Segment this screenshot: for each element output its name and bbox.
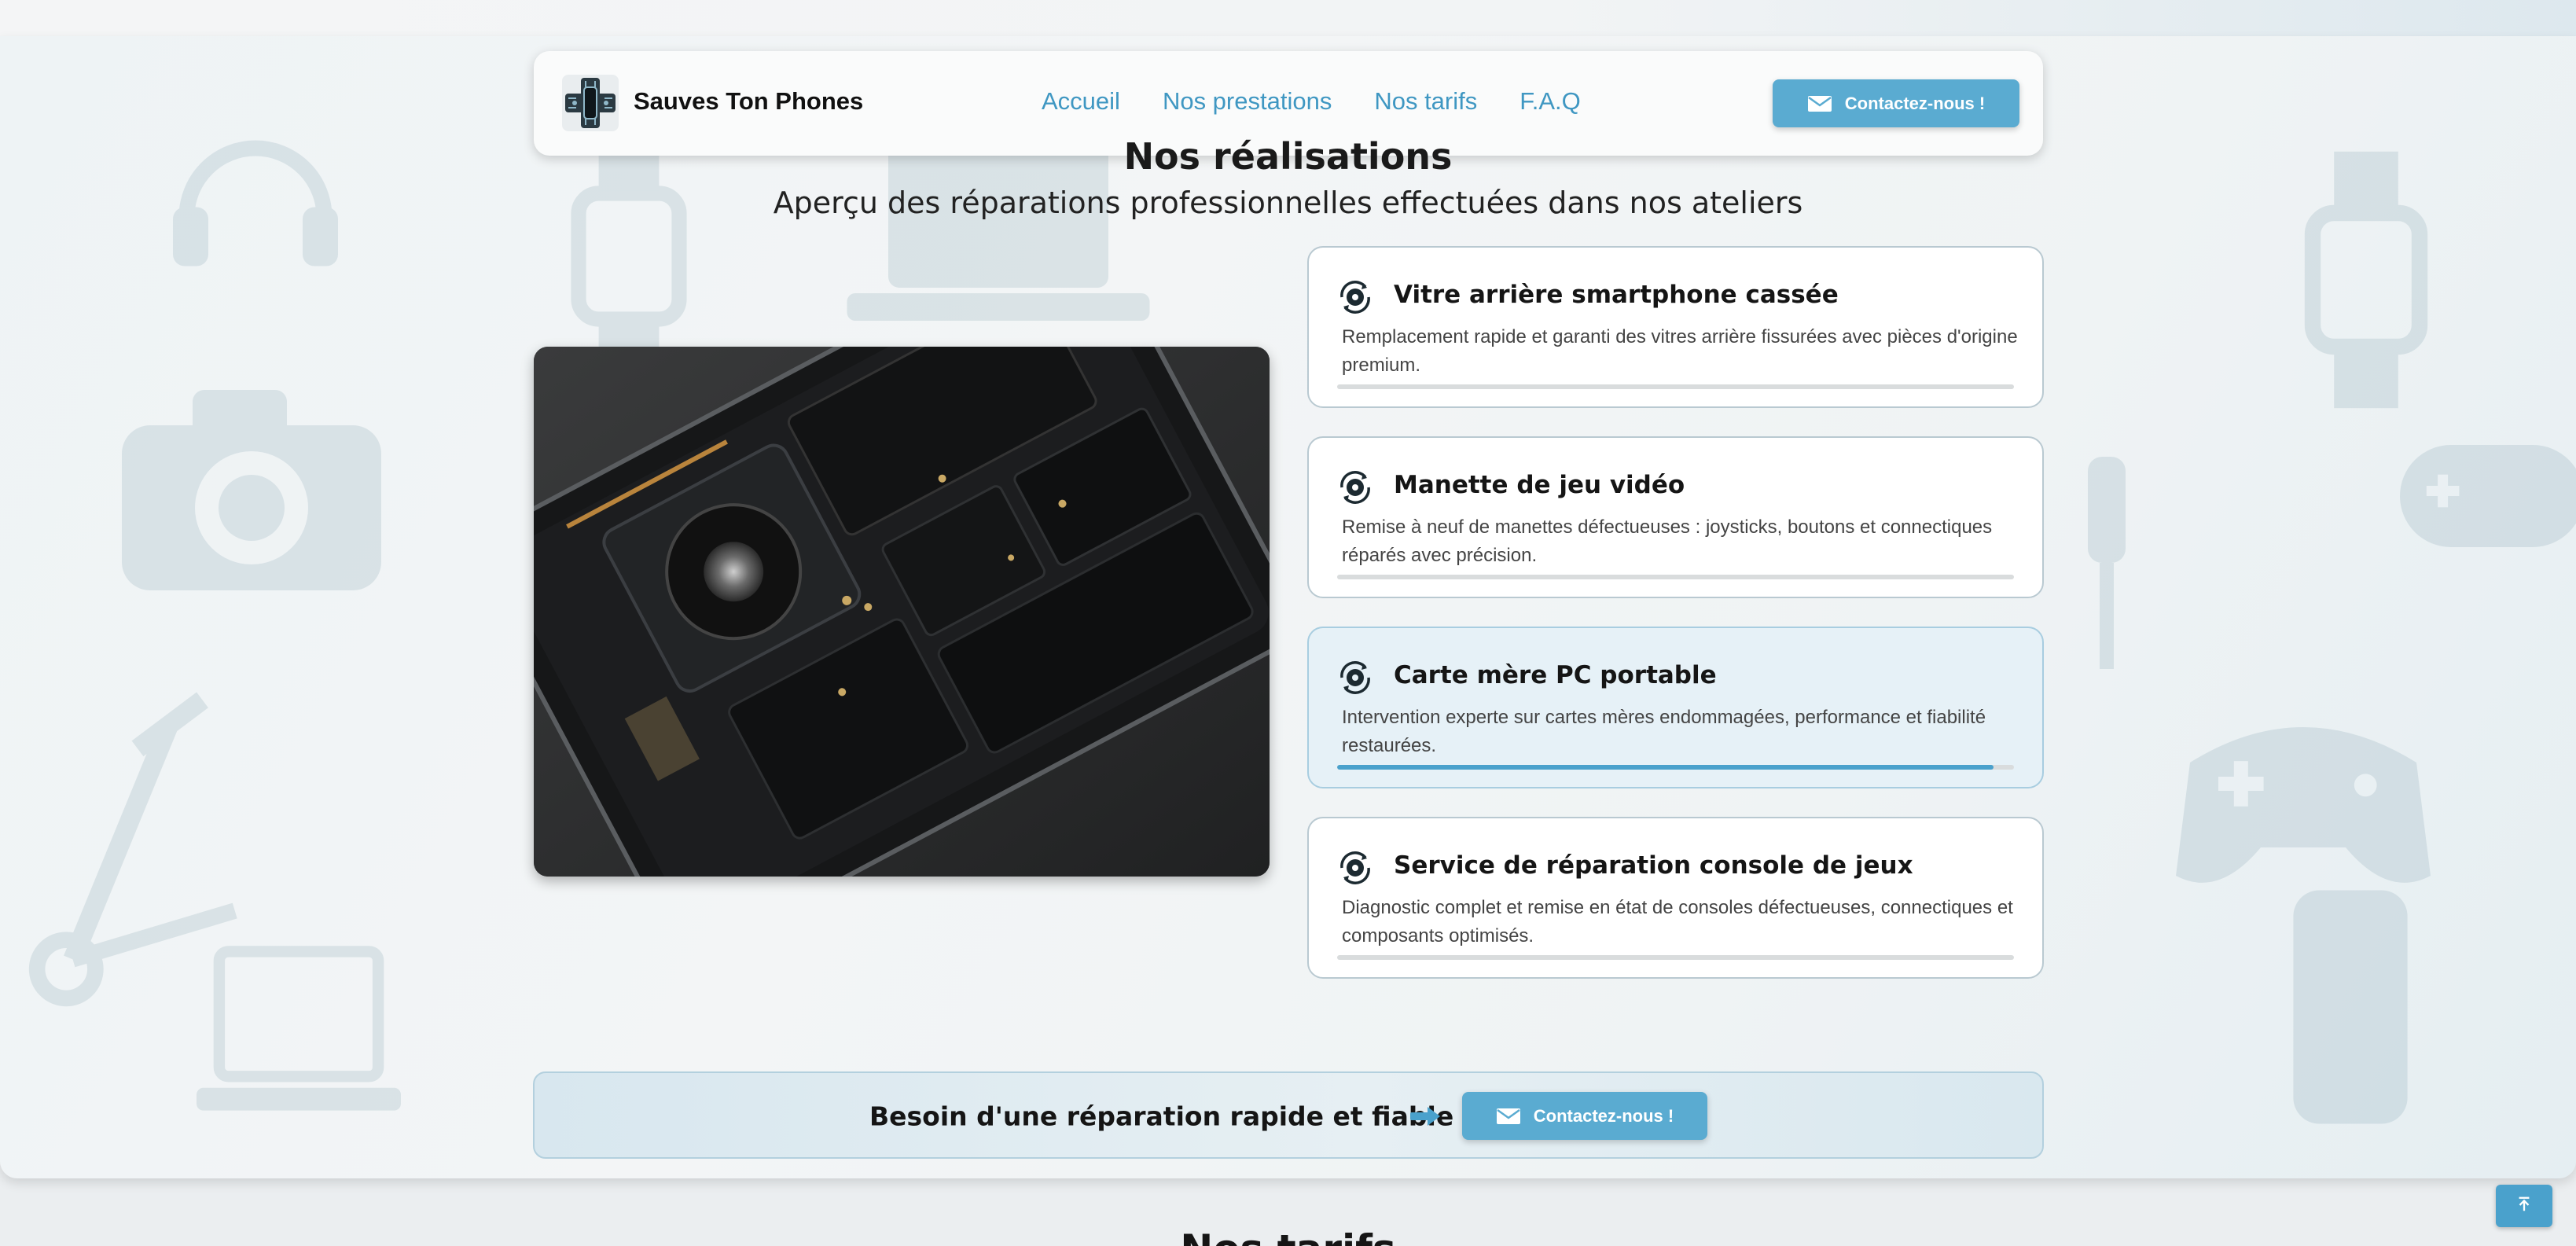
gear-cycle-icon (1334, 276, 1376, 318)
cta-contact-button[interactable]: Contactez-nous ! (1462, 1092, 1707, 1140)
gear-cycle-icon (1334, 466, 1376, 509)
realisations-section: Sauves Ton Phones Accueil Nos prestation… (0, 36, 2576, 1178)
nav-link-prestations[interactable]: Nos prestations (1163, 87, 1332, 116)
mail-icon (1807, 95, 1832, 112)
arrow-up-icon (2515, 1196, 2533, 1216)
card-progress (1337, 765, 2014, 770)
gamepad-bg-icon (2390, 413, 2576, 579)
realisation-card[interactable]: Manette de jeu vidéo Remise à neuf de ma… (1307, 436, 2044, 598)
card-progress-fill (1337, 765, 1994, 770)
cta-bar: Besoin d'une réparation rapide et fiable… (533, 1071, 2044, 1159)
card-progress (1337, 955, 2014, 960)
phone-bg-icon (2264, 877, 2437, 1137)
card-title: Carte mère PC portable (1394, 661, 1717, 689)
nav-link-accueil[interactable]: Accueil (1042, 87, 1120, 116)
card-progress (1337, 575, 2014, 579)
card-title: Service de réparation console de jeux (1394, 851, 1913, 880)
laptop-bg-icon (181, 940, 417, 1145)
card-progress (1337, 384, 2014, 389)
nav-links: Accueil Nos prestations Nos tarifs F.A.Q (1042, 87, 1581, 116)
top-strip (0, 0, 2576, 36)
realisation-card-active[interactable]: Carte mère PC portable Intervention expe… (1307, 627, 2044, 788)
arrow-right-icon (1410, 1105, 1442, 1127)
mail-icon (1496, 1108, 1521, 1125)
cta-contact-button-label: Contactez-nous ! (1533, 1105, 1674, 1126)
card-description: Remise à neuf de manettes défectueuses :… (1342, 516, 1993, 566)
cta-text: Besoin d'une réparation rapide et fiable… (869, 1101, 1478, 1132)
nav-link-tarifs[interactable]: Nos tarifs (1374, 87, 1477, 116)
brand-name[interactable]: Sauves Ton Phones (634, 87, 863, 116)
contact-button-label: Contactez-nous ! (1844, 93, 1986, 113)
card-description: Intervention experte sur cartes mères en… (1342, 707, 1986, 756)
nav-link-faq[interactable]: F.A.Q (1520, 87, 1581, 116)
next-section-title: Nos tarifs (0, 1226, 2576, 1246)
screwdriver-bg-icon (2044, 445, 2170, 681)
card-title: Vitre arrière smartphone cassée (1394, 281, 1839, 309)
section-subtitle: Aperçu des réparations professionnelles … (773, 186, 1803, 220)
camera-bg-icon (110, 366, 393, 602)
logo-icon[interactable] (562, 75, 619, 131)
scroll-to-top-button[interactable] (2496, 1185, 2552, 1227)
card-description: Diagnostic complet et remise en état de … (1342, 897, 2013, 946)
gear-cycle-icon (1334, 656, 1376, 699)
card-title: Manette de jeu vidéo (1394, 471, 1685, 499)
gear-cycle-icon (1334, 847, 1376, 889)
contact-button[interactable]: Contactez-nous ! (1773, 79, 2019, 127)
realisation-card[interactable]: Vitre arrière smartphone cassée Remplace… (1307, 246, 2044, 408)
realisation-card[interactable]: Service de réparation console de jeux Di… (1307, 817, 2044, 979)
section-title: Nos réalisations (1123, 135, 1453, 178)
laptop-motherboard-photo (534, 347, 1270, 877)
card-description: Remplacement rapide et garanti des vitre… (1342, 326, 2018, 376)
